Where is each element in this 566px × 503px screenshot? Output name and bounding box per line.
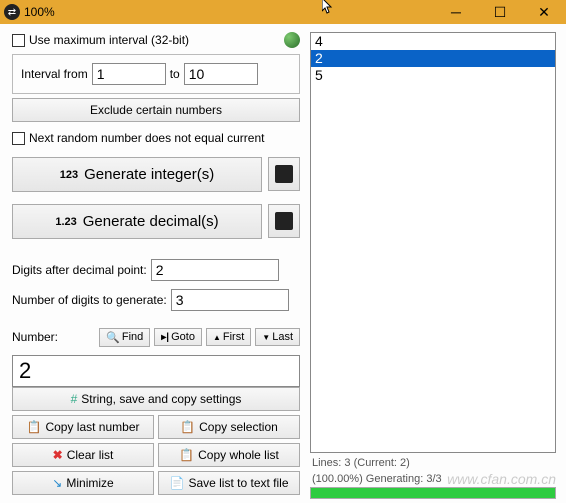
minimize-icon: ↘ xyxy=(52,476,62,490)
stop-icon xyxy=(275,165,293,183)
settings-icon: # xyxy=(71,392,78,406)
digits-decimal-label: Digits after decimal point: xyxy=(12,263,147,277)
generate-integer-stop-button[interactable] xyxy=(268,157,300,191)
goto-button[interactable]: ▸|Goto xyxy=(154,328,202,346)
first-icon: ▲ xyxy=(213,333,221,342)
save-list-button[interactable]: 📄 Save list to text file xyxy=(158,471,300,495)
list-item[interactable]: 2 xyxy=(311,50,555,67)
delete-icon: ✖ xyxy=(53,448,63,462)
gen-dec-label: Generate decimal(s) xyxy=(83,213,219,230)
generate-decimal-button[interactable]: 1.23 Generate decimal(s) xyxy=(12,204,262,239)
no-repeat-label: Next random number does not equal curren… xyxy=(29,131,264,145)
close-window-button[interactable]: ✕ xyxy=(522,0,566,24)
last-button[interactable]: ▼Last xyxy=(255,328,300,346)
window-title: 100% xyxy=(24,5,55,19)
digits-decimal-input[interactable] xyxy=(151,259,279,281)
copy-selection-button[interactable]: 📋 Copy selection xyxy=(158,415,300,439)
app-icon: ⇄ xyxy=(4,4,20,20)
number-display[interactable] xyxy=(12,355,300,387)
exclude-numbers-button[interactable]: Exclude certain numbers xyxy=(12,98,300,122)
copy-icon: 📋 xyxy=(180,420,195,434)
use-max-interval-label: Use maximum interval (32-bit) xyxy=(29,33,189,47)
stop-icon xyxy=(275,212,293,230)
use-max-interval-checkbox[interactable] xyxy=(12,34,25,47)
cursor-icon xyxy=(322,4,334,20)
copy-icon: 📋 xyxy=(27,420,42,434)
generate-integer-button[interactable]: 123 Generate integer(s) xyxy=(12,157,262,192)
copy-whole-list-button[interactable]: 📋 Copy whole list xyxy=(158,443,300,467)
minimize-button[interactable]: ↘ Minimize xyxy=(12,471,154,495)
list-item[interactable]: 4 xyxy=(311,33,555,50)
generate-decimal-stop-button[interactable] xyxy=(268,204,300,238)
copy-icon: 📋 xyxy=(179,448,194,462)
num-digits-input[interactable] xyxy=(171,289,289,311)
maximize-window-button[interactable]: ☐ xyxy=(478,0,522,24)
gen-int-label: Generate integer(s) xyxy=(84,166,214,183)
no-repeat-checkbox[interactable] xyxy=(12,132,25,145)
save-icon: 📄 xyxy=(170,476,185,490)
copy-last-button[interactable]: 📋 Copy last number xyxy=(12,415,154,439)
last-icon: ▼ xyxy=(262,333,270,342)
first-button[interactable]: ▲First xyxy=(206,328,251,346)
gen-dec-prefix: 1.23 xyxy=(55,216,76,228)
interval-to-input[interactable] xyxy=(184,63,258,85)
interval-to-label: to xyxy=(170,67,180,81)
results-list[interactable]: 425 xyxy=(310,32,556,453)
interval-group: Interval from to xyxy=(12,54,300,94)
minimize-window-button[interactable]: ─ xyxy=(434,0,478,24)
num-digits-label: Number of digits to generate: xyxy=(12,293,167,307)
interval-from-label: Interval from xyxy=(21,67,88,81)
find-button[interactable]: 🔍Find xyxy=(99,328,150,347)
number-label: Number: xyxy=(12,330,58,344)
globe-icon[interactable] xyxy=(284,32,300,48)
clear-list-button[interactable]: ✖ Clear list xyxy=(12,443,154,467)
status-lines: Lines: 3 (Current: 2) xyxy=(310,457,556,469)
progress-bar xyxy=(310,487,556,499)
search-icon: 🔍 xyxy=(106,331,120,344)
exclude-numbers-label: Exclude certain numbers xyxy=(90,103,222,117)
gen-int-prefix: 123 xyxy=(60,169,78,181)
string-settings-button[interactable]: # String, save and copy settings xyxy=(12,387,300,411)
status-progress: (100.00%) Generating: 3/3 xyxy=(310,473,556,485)
goto-icon: ▸| xyxy=(161,332,169,343)
interval-from-input[interactable] xyxy=(92,63,166,85)
list-item[interactable]: 5 xyxy=(311,67,555,84)
